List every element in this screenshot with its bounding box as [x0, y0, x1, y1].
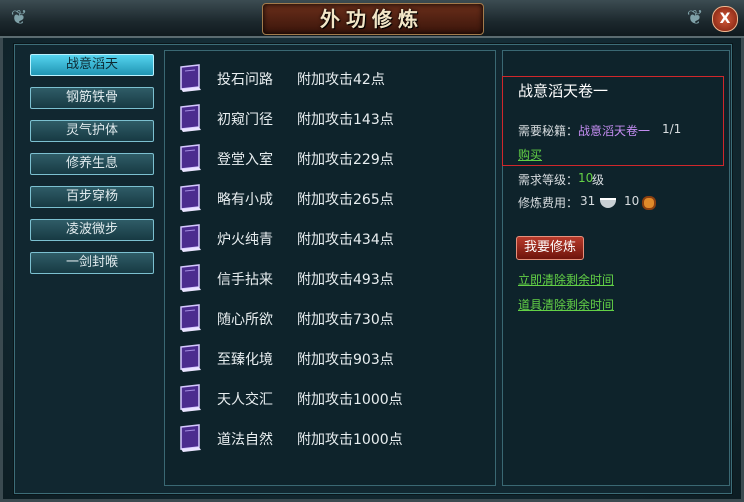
book-icon [180, 224, 201, 252]
dragon-ornament-icon: ❦ [10, 5, 28, 29]
list-item[interactable]: 道法自然 附加攻击1000点 [175, 421, 485, 457]
book-icon [180, 344, 201, 372]
level-bonus: 附加攻击730点 [297, 312, 394, 328]
close-button[interactable]: X [712, 6, 738, 32]
window-title: 外功修炼 [320, 7, 424, 31]
dragon-ornament-icon: ❦ [686, 5, 704, 29]
level-name: 炉火纯青 [217, 232, 273, 248]
level-name: 至臻化境 [217, 352, 273, 368]
book-icon [180, 384, 201, 412]
list-item[interactable]: 至臻化境 附加攻击903点 [175, 341, 485, 377]
level-name: 登堂入室 [217, 152, 273, 168]
level-bonus: 附加攻击493点 [297, 272, 394, 288]
book-icon [180, 104, 201, 132]
level-bonus: 附加攻击1000点 [297, 432, 403, 448]
level-bonus: 附加攻击434点 [297, 232, 394, 248]
level-list: 投石问路 附加攻击42点 初窥门径 附加攻击143点 登堂入室 附加攻击229点… [164, 50, 496, 486]
detail-title: 战意滔天卷一 [518, 82, 609, 100]
level-name: 信手拈来 [217, 272, 273, 288]
level-name: 天人交汇 [217, 392, 273, 408]
book-icon [180, 264, 201, 292]
level-name: 略有小成 [217, 192, 273, 208]
buy-link[interactable]: 购买 [518, 146, 542, 163]
level-bonus: 附加攻击903点 [297, 352, 394, 368]
req-level-unit: 级 [592, 173, 605, 187]
list-item[interactable]: 初窥门径 附加攻击143点 [175, 101, 485, 137]
list-item[interactable]: 炉火纯青 附加攻击434点 [175, 221, 485, 257]
list-item[interactable]: 略有小成 附加攻击265点 [175, 181, 485, 217]
level-bonus: 附加攻击229点 [297, 152, 394, 168]
req-level-label: 需求等级： [518, 173, 579, 187]
req-book-label: 需要秘籍： [518, 124, 579, 138]
list-item[interactable]: 登堂入室 附加攻击229点 [175, 141, 485, 177]
level-name: 道法自然 [217, 432, 273, 448]
req-book-name[interactable]: 战意滔天卷一 [578, 122, 650, 139]
skill-tab[interactable]: 百步穿杨 [30, 186, 154, 208]
skill-tab[interactable]: 一剑封喉 [30, 252, 154, 274]
skill-tab[interactable]: 战意滔天 [30, 54, 154, 76]
level-bonus: 附加攻击143点 [297, 112, 394, 128]
train-button[interactable]: 我要修炼 [516, 236, 584, 260]
list-item[interactable]: 天人交汇 附加攻击1000点 [175, 381, 485, 417]
list-item[interactable]: 随心所欲 附加攻击730点 [175, 301, 485, 337]
cost-coin: 10 [624, 194, 640, 208]
level-name: 随心所欲 [217, 312, 273, 328]
clear-item-link[interactable]: 道具清除剩余时间 [518, 296, 614, 313]
book-icon [180, 304, 201, 332]
skill-list: 战意滔天 钢筋铁骨 灵气护体 修养生息 百步穿杨 凌波微步 一剑封喉 [22, 50, 158, 484]
book-icon [180, 424, 201, 452]
cost-label: 修炼费用： [518, 196, 579, 210]
clear-now-link[interactable]: 立即清除剩余时间 [518, 271, 614, 288]
level-bonus: 附加攻击42点 [297, 72, 385, 88]
skill-tab[interactable]: 灵气护体 [30, 120, 154, 142]
skill-tab[interactable]: 凌波微步 [30, 219, 154, 241]
level-bonus: 附加攻击265点 [297, 192, 394, 208]
req-level-value: 10 [578, 171, 594, 185]
list-item[interactable]: 信手拈来 附加攻击493点 [175, 261, 485, 297]
level-bonus: 附加攻击1000点 [297, 392, 403, 408]
level-name: 投石问路 [217, 72, 273, 88]
list-item[interactable]: 投石问路 附加攻击42点 [175, 61, 485, 97]
book-icon [180, 184, 201, 212]
gold-coin-icon [642, 196, 656, 210]
book-icon [180, 64, 201, 92]
book-icon [180, 144, 201, 172]
skill-tab[interactable]: 修养生息 [30, 153, 154, 175]
level-name: 初窥门径 [217, 112, 273, 128]
req-book-count: 1/1 [662, 122, 682, 136]
cost-silver: 31 [580, 194, 596, 208]
skill-tab[interactable]: 钢筋铁骨 [30, 87, 154, 109]
